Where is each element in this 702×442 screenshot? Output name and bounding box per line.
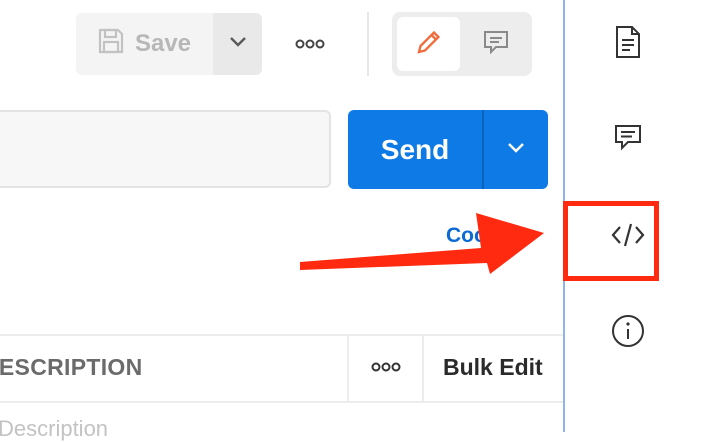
chevron-down-icon bbox=[229, 35, 247, 53]
send-button[interactable]: Send bbox=[348, 110, 482, 189]
toolbar-divider bbox=[367, 12, 369, 76]
highlight-box bbox=[563, 201, 659, 281]
comment-mode-button[interactable] bbox=[465, 17, 527, 71]
sidebar-item-comments[interactable] bbox=[593, 104, 663, 174]
floppy-disk-icon bbox=[97, 27, 125, 62]
url-input[interactable] bbox=[0, 110, 331, 188]
save-button[interactable]: Save bbox=[76, 13, 212, 75]
send-dropdown-button[interactable] bbox=[484, 110, 548, 189]
sidebar-item-documentation[interactable] bbox=[593, 9, 663, 79]
more-horizontal-icon bbox=[371, 359, 401, 377]
chevron-down-icon bbox=[507, 141, 525, 159]
comment-icon bbox=[481, 27, 511, 62]
mode-toggle bbox=[392, 12, 532, 76]
save-split-button: Save bbox=[76, 13, 262, 75]
cookies-link[interactable]: Cookies bbox=[446, 224, 528, 248]
table-top-border bbox=[0, 334, 563, 336]
more-horizontal-icon bbox=[295, 36, 325, 54]
table-header-border bbox=[0, 401, 563, 403]
save-label: Save bbox=[134, 30, 192, 57]
more-actions-button[interactable] bbox=[284, 28, 336, 62]
pencil-icon bbox=[414, 27, 444, 62]
column-header-description: DESCRIPTION bbox=[0, 354, 143, 380]
column-divider bbox=[422, 335, 424, 401]
bulk-edit-button[interactable]: Bulk Edit bbox=[443, 354, 543, 381]
request-editor: Save Send Cookies ESCRIPTION Bulk Edit D… bbox=[0, 0, 563, 441]
document-icon bbox=[613, 25, 643, 64]
description-cell-placeholder[interactable]: Description bbox=[0, 416, 108, 442]
edit-mode-button[interactable] bbox=[397, 17, 460, 71]
send-split-button: Send bbox=[348, 110, 548, 189]
table-more-button[interactable] bbox=[350, 350, 422, 386]
info-icon bbox=[611, 314, 645, 353]
column-divider bbox=[347, 335, 349, 401]
save-dropdown-button[interactable] bbox=[213, 13, 262, 75]
sidebar-item-info[interactable] bbox=[593, 298, 663, 368]
comment-icon bbox=[612, 121, 644, 158]
